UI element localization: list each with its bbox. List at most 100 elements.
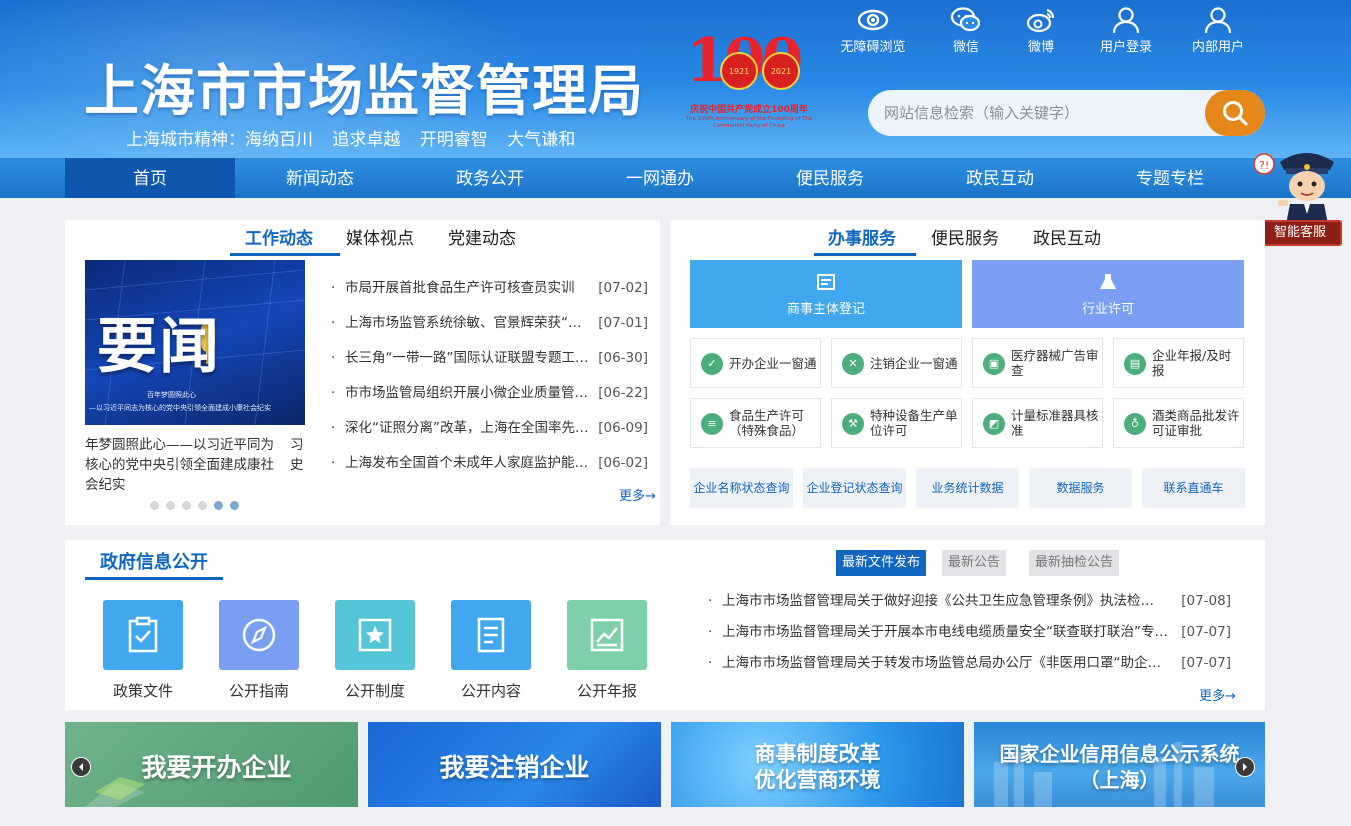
news-date: [06-22]: [598, 385, 648, 401]
nav-item-special[interactable]: 专题专栏: [1085, 158, 1255, 198]
public-content-button[interactable]: [451, 600, 531, 670]
link-registration-status[interactable]: 企业登记状态查询: [803, 468, 906, 508]
link-data-service[interactable]: 数据服务: [1029, 468, 1132, 508]
wechat-icon: [950, 7, 981, 32]
banner-credit-system[interactable]: 国家企业信用信息公示系统 （上海）: [974, 722, 1265, 807]
site-title[interactable]: 上海市市场监督管理局: [84, 46, 644, 126]
internal-user-tool[interactable]: 内部用户: [1178, 6, 1258, 55]
service-special-equipment[interactable]: ⚒ 特种设备生产单位许可: [831, 398, 962, 448]
gov-doc-date: [07-07]: [1181, 655, 1231, 671]
slide-dot-active[interactable]: [214, 501, 223, 510]
tab-inspection-announcements[interactable]: 最新抽检公告: [1029, 550, 1120, 576]
public-system-button[interactable]: [335, 600, 415, 670]
gov-doc-date: [07-08]: [1181, 593, 1231, 609]
news-more-link[interactable]: 更多→: [619, 485, 656, 504]
service-close-company[interactable]: ✕ 注销企业一窗通: [831, 338, 962, 388]
nav-item-public-service[interactable]: 便民服务: [745, 158, 915, 198]
gov-doc-item[interactable]: · 上海市市场监督管理局关于做好迎接《公共卫生应急管理条例》执法检… [07-08]: [708, 591, 1231, 611]
slide-dot-active[interactable]: [230, 501, 239, 510]
gov-info-card: 政府信息公开 政策文件 公开指南 公开制度 公开内容 公开年报 最新文件发布 最…: [65, 540, 1265, 710]
gov-doc-title: 上海市市场监督管理局关于做好迎接《公共卫生应急管理条例》执法检…: [722, 593, 1154, 609]
news-item[interactable]: · 市局开展首批食品生产许可核查员实训 [07-02]: [331, 278, 648, 298]
weibo-tool[interactable]: 微博: [1001, 6, 1081, 55]
tab-latest-documents[interactable]: 最新文件发布: [836, 550, 927, 576]
gov-doc-item[interactable]: · 上海市市场监督管理局关于开展本市电线电缆质量安全“联查联打联治”专… [07-0…: [708, 622, 1231, 642]
slide-dot[interactable]: [182, 501, 191, 510]
banner-title: 我要开办企业: [141, 753, 292, 782]
nav-item-gov-affairs[interactable]: 政务公开: [405, 158, 575, 198]
tab-convenience[interactable]: 便民服务: [931, 224, 999, 249]
annual-report-button[interactable]: [567, 600, 647, 670]
wechat-tool[interactable]: 微信: [926, 6, 1006, 55]
service-measurement[interactable]: ◩ 计量标准器具核准: [972, 398, 1103, 448]
link-contact[interactable]: 联系直通车: [1142, 468, 1245, 508]
tab-party[interactable]: 党建动态: [448, 224, 516, 249]
news-title: 市局开展首批食品生产许可核查员实训: [345, 280, 575, 296]
accessibility-tool[interactable]: 无障碍浏览: [833, 6, 913, 55]
gov-more-link[interactable]: 更多→: [1199, 685, 1236, 704]
banner-next-button[interactable]: [1235, 757, 1255, 777]
chevron-left-icon: [79, 763, 83, 771]
tab-interaction[interactable]: 政民互动: [1033, 224, 1101, 249]
industry-license-button[interactable]: 行业许可: [972, 260, 1244, 328]
nav-item-news[interactable]: 新闻动态: [235, 158, 405, 198]
weibo-icon: [1026, 8, 1055, 33]
tool-label: 无障碍浏览: [840, 40, 906, 55]
slide-dot[interactable]: [150, 501, 159, 510]
tab-latest-announcements[interactable]: 最新公告: [942, 550, 1007, 576]
banner-open-company[interactable]: 我要开办企业: [65, 722, 358, 807]
news-item[interactable]: · 市市场监管局组织开展小微企业质量管… [06-22]: [331, 383, 648, 403]
tab-services[interactable]: 办事服务: [828, 224, 896, 249]
tab-underline: [230, 253, 340, 256]
clipboard-icon: [128, 616, 158, 653]
service-label: 企业年报/及时报: [1152, 348, 1232, 378]
link-name-status[interactable]: 企业名称状态查询: [690, 468, 793, 508]
news-slide-image[interactable]: 要闻 百年梦圆照此心 —以习近平同志为核心的党中央引领全面建成小康社会纪实: [85, 260, 305, 425]
gov-info-title[interactable]: 政府信息公开: [100, 548, 208, 574]
slide-caption[interactable]: 年梦圆照此心——以习近平同为核心的党中央引领全面建成康社会纪实: [85, 435, 275, 495]
news-card: 工作动态 媒体视点 党建动态 要闻 百年梦圆照此心 —以习近平同志为核心的党中央…: [65, 220, 660, 525]
service-medical-ad[interactable]: ▣ 医疗器械广告审查: [972, 338, 1103, 388]
tab-work-news[interactable]: 工作动态: [245, 224, 313, 249]
wrench-icon: ⚒: [842, 413, 864, 435]
nav-item-online-service[interactable]: 一网通办: [575, 158, 745, 198]
banner-reform[interactable]: 商事制度改革 优化营商环境: [671, 722, 964, 807]
search-button[interactable]: [1205, 90, 1265, 136]
search-icon: [1223, 101, 1248, 126]
business-registration-button[interactable]: 商事主体登记: [690, 260, 962, 328]
user-login-tool[interactable]: 用户登录: [1086, 6, 1166, 55]
news-date: [06-09]: [598, 420, 648, 436]
gov-title-underline: [85, 577, 223, 580]
service-annual-report[interactable]: ▤ 企业年报/及时报: [1113, 338, 1244, 388]
link-statistics[interactable]: 业务统计数据: [916, 468, 1019, 508]
service-liquor-license[interactable]: ♁ 酒类商品批发许可证审批: [1113, 398, 1244, 448]
search-input[interactable]: [868, 90, 1208, 136]
service-food-license[interactable]: ≡ 食品生产许可（特殊食品）: [690, 398, 821, 448]
wine-icon: ♁: [1124, 413, 1146, 435]
service-big-label: 商事主体登记: [786, 302, 865, 317]
anniversary-logo: 100 1921 2021 庆祝中国共产党成立100周年 The 100th A…: [676, 26, 822, 134]
news-item[interactable]: · 深化“证照分离”改革，上海在全国率先… [06-09]: [331, 418, 648, 438]
service-card: 办事服务 便民服务 政民互动 商事主体登记 行业许可 ✓ 开办企业一窗通 ✕ 注销企…: [670, 220, 1265, 525]
news-title: 上海市场监管系统徐敏、官景辉荣获“…: [345, 315, 582, 331]
service-open-company[interactable]: ✓ 开办企业一窗通: [690, 338, 821, 388]
nav-item-interaction[interactable]: 政民互动: [915, 158, 1085, 198]
slide-dot[interactable]: [166, 501, 175, 510]
chevron-right-icon: [1243, 763, 1247, 771]
policy-documents-button[interactable]: [103, 600, 183, 670]
banner-title-line2: （上海）: [1079, 768, 1160, 792]
news-item[interactable]: · 长三角“一带一路”国际认证联盟专题工… [06-30]: [331, 348, 648, 368]
tab-media[interactable]: 媒体视点: [346, 224, 414, 249]
news-item[interactable]: · 上海发布全国首个未成年人家庭监护能… [06-02]: [331, 453, 648, 473]
banner-prev-button[interactable]: [71, 757, 91, 777]
news-date: [07-01]: [598, 315, 648, 331]
gov-doc-title: 上海市市场监督管理局关于转发市场监管总局办公厅《非医用口罩“助企…: [722, 655, 1161, 671]
public-guide-button[interactable]: [219, 600, 299, 670]
banner-close-company[interactable]: 我要注销企业: [368, 722, 661, 807]
star-frame-icon: [358, 618, 392, 652]
news-item[interactable]: · 上海市场监管系统徐敏、官景辉荣获“… [07-01]: [331, 313, 648, 333]
tab-underline: [814, 253, 916, 256]
slide-dot[interactable]: [198, 501, 207, 510]
nav-item-home[interactable]: 首页: [65, 158, 235, 198]
gov-doc-item[interactable]: · 上海市市场监督管理局关于转发市场监管总局办公厅《非医用口罩“助企… [07-07…: [708, 653, 1231, 673]
